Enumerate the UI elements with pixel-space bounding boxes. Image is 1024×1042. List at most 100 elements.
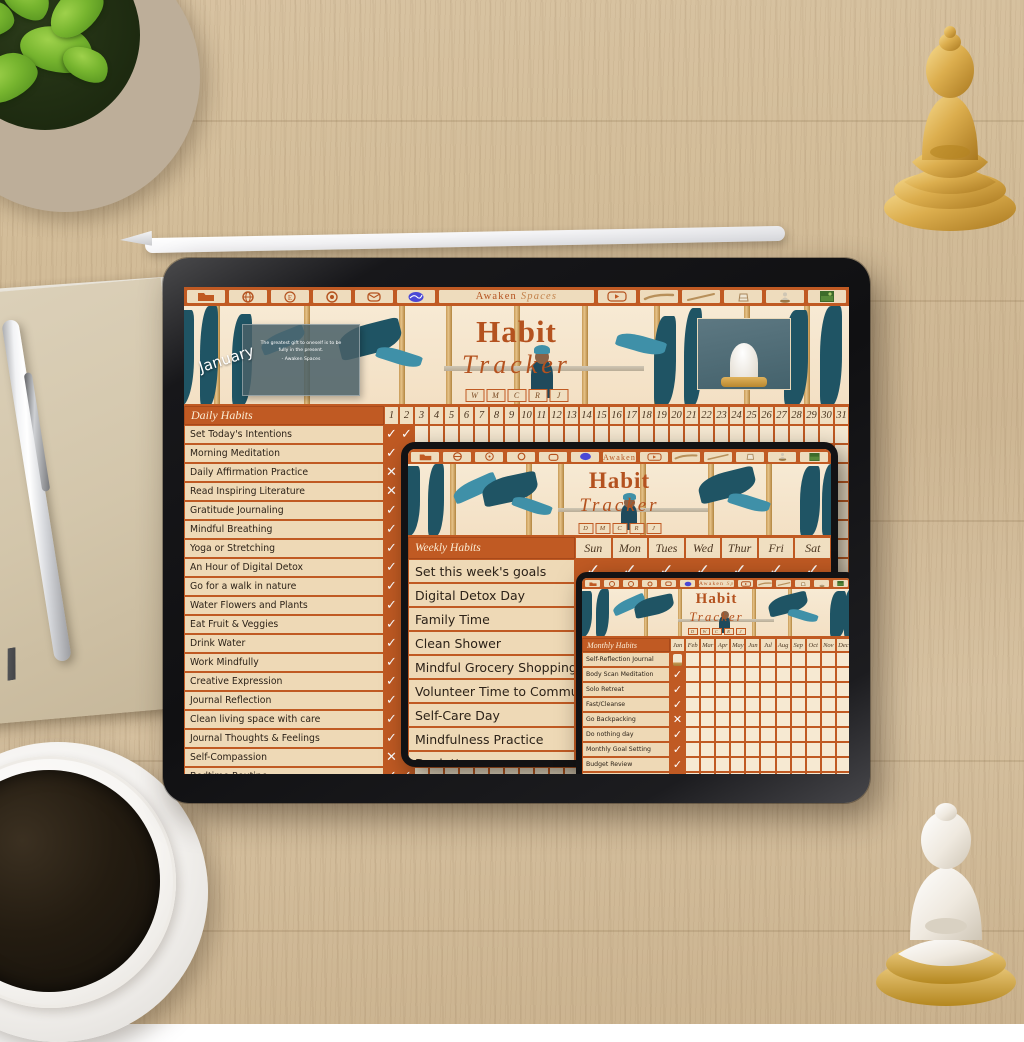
column-header-17[interactable]: 17 — [624, 406, 639, 425]
empty-cell[interactable] — [700, 682, 716, 697]
empty-cell[interactable] — [760, 742, 776, 757]
habit-name-cell[interactable]: Set this week's goals — [408, 559, 575, 583]
habit-name-cell[interactable]: Mindful Breathing — [184, 520, 384, 539]
column-header-may[interactable]: May — [730, 638, 746, 652]
daily-legend[interactable]: WMCRJ — [465, 389, 568, 402]
habit-name-cell[interactable]: Digital Detox Day — [408, 583, 575, 607]
checkmark-cell[interactable]: ✓ — [384, 691, 399, 710]
lasso-scribble-icon[interactable] — [679, 579, 696, 588]
empty-cell[interactable] — [760, 682, 776, 697]
image-thumbnail-icon[interactable] — [832, 579, 849, 588]
empty-cell[interactable] — [775, 697, 791, 712]
play-button-icon[interactable] — [737, 579, 754, 588]
habit-name-cell[interactable]: Mindfulness Practice — [408, 727, 575, 751]
pen-stroke-icon[interactable] — [775, 579, 792, 588]
envelope-icon[interactable] — [660, 579, 677, 588]
empty-cell[interactable] — [685, 742, 701, 757]
habit-name-cell[interactable]: Go for a walk in nature — [184, 577, 384, 596]
empty-cell[interactable] — [745, 757, 761, 772]
empty-cell[interactable] — [775, 742, 791, 757]
empty-cell[interactable] — [715, 697, 731, 712]
column-header-wed[interactable]: Wed — [684, 537, 722, 559]
checkmark-cell[interactable]: ✓ — [384, 501, 399, 520]
checkmark-cell[interactable]: ✓ — [399, 767, 414, 774]
globe-icon[interactable] — [442, 450, 472, 463]
empty-cell[interactable] — [429, 767, 444, 774]
habit-name-cell[interactable]: Self-Care Day — [408, 703, 575, 727]
habit-name-cell[interactable]: Self-Compassion — [184, 748, 384, 767]
daily-toolbar[interactable]: E Awaken Spaces — [184, 287, 849, 306]
empty-cell[interactable] — [685, 682, 701, 697]
habit-name-cell[interactable]: Fast/Cleanse — [582, 697, 670, 712]
column-header-30[interactable]: 30 — [819, 406, 834, 425]
habit-name-cell[interactable]: Journal Thoughts & Feelings — [184, 729, 384, 748]
legend-chip-m[interactable]: M — [486, 389, 505, 402]
empty-cell[interactable] — [790, 682, 806, 697]
envelope-icon[interactable] — [538, 450, 568, 463]
empty-cell[interactable] — [790, 667, 806, 682]
eraser-icon[interactable] — [735, 450, 765, 463]
empty-cell[interactable] — [835, 727, 849, 742]
habit-name-cell[interactable]: Daily Affirmation Practice — [184, 463, 384, 482]
legend-chip-j[interactable]: J — [549, 389, 568, 402]
empty-cell[interactable] — [730, 682, 746, 697]
empty-cell[interactable] — [715, 652, 731, 667]
habit-name-cell[interactable]: Read Inspiring Literature — [184, 482, 384, 501]
weekly-legend[interactable]: DMCRJ — [578, 523, 661, 534]
empty-cell[interactable] — [790, 712, 806, 727]
empty-cell[interactable] — [820, 712, 836, 727]
column-header-11[interactable]: 11 — [534, 406, 549, 425]
record-icon[interactable] — [506, 450, 536, 463]
column-header-27[interactable]: 27 — [774, 406, 789, 425]
empty-cell[interactable] — [820, 757, 836, 772]
column-header-12[interactable]: 12 — [549, 406, 564, 425]
column-header-1[interactable]: 1 — [384, 406, 399, 425]
empty-cell[interactable] — [715, 712, 731, 727]
brush-stroke-icon[interactable] — [639, 289, 679, 304]
empty-cell[interactable] — [685, 772, 701, 774]
empty-cell[interactable] — [715, 727, 731, 742]
folder-icon[interactable] — [584, 579, 601, 588]
empty-cell[interactable] — [790, 697, 806, 712]
column-header-28[interactable]: 28 — [789, 406, 804, 425]
empty-cell[interactable] — [700, 742, 716, 757]
empty-cell[interactable] — [820, 682, 836, 697]
empty-cell[interactable] — [745, 712, 761, 727]
column-header-sat[interactable]: Sat — [794, 537, 831, 559]
empty-cell[interactable] — [685, 667, 701, 682]
monthly-legend[interactable]: DWCRJ — [687, 628, 746, 635]
column-header-19[interactable]: 19 — [654, 406, 669, 425]
empty-cell[interactable] — [519, 767, 534, 774]
monthly-toolbar[interactable]: Awaken Spaces — [582, 578, 849, 589]
column-header-5[interactable]: 5 — [444, 406, 459, 425]
empty-cell[interactable] — [805, 682, 821, 697]
empty-cell[interactable] — [805, 727, 821, 742]
envelope-icon[interactable] — [354, 289, 394, 304]
empty-cell[interactable] — [805, 772, 821, 774]
checkmark-cell[interactable]: ✓ — [670, 697, 686, 712]
empty-cell[interactable] — [685, 697, 701, 712]
empty-cell[interactable] — [775, 667, 791, 682]
habit-name-cell[interactable]: Yoga or Stretching — [184, 539, 384, 558]
column-header-4[interactable]: 4 — [429, 406, 444, 425]
habit-name-cell[interactable]: Family Time — [408, 607, 575, 631]
letter-e-icon[interactable]: E — [270, 289, 310, 304]
checkmark-cell[interactable]: ✓ — [384, 615, 399, 634]
checkmark-cell[interactable]: ✓ — [399, 425, 414, 444]
checkmark-cell[interactable]: ✓ — [670, 742, 686, 757]
buddha-statue-icon[interactable] — [813, 579, 830, 588]
column-header-sun[interactable]: Sun — [575, 537, 612, 559]
empty-cell[interactable] — [730, 652, 746, 667]
column-header-2[interactable]: 2 — [399, 406, 414, 425]
column-header-18[interactable]: 18 — [639, 406, 654, 425]
empty-cell[interactable] — [700, 697, 716, 712]
empty-cell[interactable] — [715, 757, 731, 772]
empty-cell[interactable] — [790, 652, 806, 667]
empty-cell[interactable] — [474, 767, 489, 774]
empty-cell[interactable] — [775, 682, 791, 697]
habit-name-cell[interactable]: Morning Meditation — [184, 444, 384, 463]
empty-cell[interactable] — [805, 667, 821, 682]
legend-chip-j[interactable]: J — [646, 523, 661, 534]
empty-cell[interactable] — [504, 767, 519, 774]
checkmark-cell[interactable]: ✓ — [384, 767, 399, 774]
